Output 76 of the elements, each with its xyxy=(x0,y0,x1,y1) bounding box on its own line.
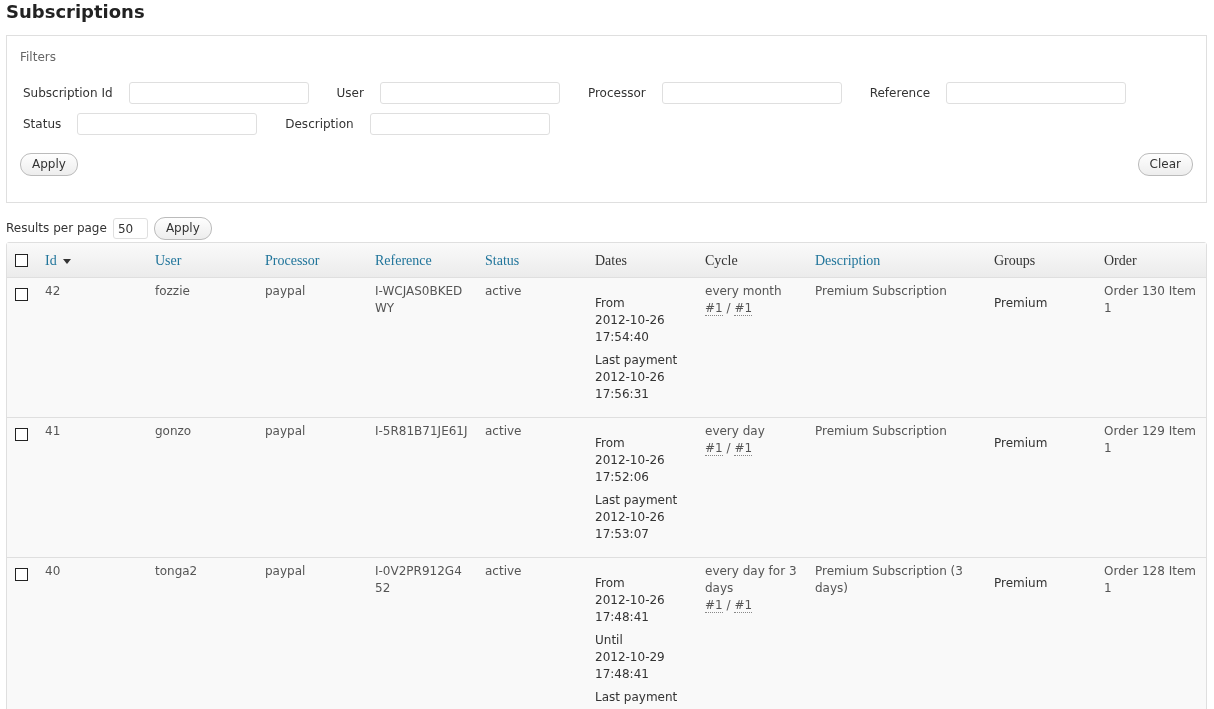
cycle-text: every day for 3 days xyxy=(705,563,798,597)
column-title: Cycle xyxy=(705,252,738,268)
results-per-page-input[interactable]: 50 xyxy=(112,218,148,239)
description-text: Premium Subscription xyxy=(815,283,947,300)
date-label: Last payment xyxy=(595,492,678,509)
date-value: 2012-10-26 17:54:40 xyxy=(595,312,666,346)
column-title: Groups xyxy=(994,252,1036,268)
input-field[interactable] xyxy=(379,82,560,104)
sort-link[interactable]: Processor xyxy=(265,252,320,268)
processor-name: paypal xyxy=(265,283,306,300)
sort-link[interactable]: User xyxy=(155,252,182,268)
sort-link[interactable]: Reference xyxy=(375,252,432,268)
date-value: 2012-10-26 17:48:41 xyxy=(595,592,666,626)
user-name: tonga2 xyxy=(155,563,198,580)
checkbox[interactable] xyxy=(15,253,28,267)
description-text: Premium Subscription (3 days) xyxy=(815,563,964,597)
field-label: Status xyxy=(23,116,62,133)
sort-link[interactable]: Id xyxy=(45,252,71,268)
input-field[interactable] xyxy=(77,113,258,135)
sort-link[interactable]: Status xyxy=(485,252,520,268)
cycle-text: every day xyxy=(705,423,765,440)
status-label: active xyxy=(485,423,522,440)
payment-count: #1 / #1 xyxy=(705,597,753,614)
subscription-id: 42 xyxy=(45,283,61,300)
order-text: Order 130 Item 1 xyxy=(1104,283,1197,317)
date-label: From xyxy=(595,435,625,452)
checkbox[interactable] xyxy=(15,428,28,441)
order-text: Order 129 Item 1 xyxy=(1104,423,1197,457)
apply-button[interactable]: Apply xyxy=(153,217,212,240)
user-name: fozzie xyxy=(155,283,190,300)
status-label: active xyxy=(485,283,522,300)
clear-button[interactable]: Clear xyxy=(1137,153,1193,176)
processor-name: paypal xyxy=(265,563,306,580)
user-name: gonzo xyxy=(155,423,192,440)
payment-count: #1 / #1 xyxy=(705,300,753,317)
input-field[interactable] xyxy=(661,82,842,104)
date-label: Until xyxy=(595,632,623,649)
order-text: Order 128 Item 1 xyxy=(1104,563,1197,597)
group-name: Premium xyxy=(994,295,1048,312)
date-value: 2012-10-26 17:52:06 xyxy=(595,452,666,486)
subscription-id: 40 xyxy=(45,563,61,580)
field-label: User xyxy=(336,85,364,102)
checkbox[interactable] xyxy=(15,568,28,581)
processor-name: paypal xyxy=(265,423,306,440)
input-field[interactable] xyxy=(369,113,550,135)
input-field[interactable] xyxy=(946,82,1127,104)
status-label: active xyxy=(485,563,522,580)
reference-code: I-0V2PR912G452 xyxy=(375,563,463,597)
date-value: 2012-10-26 17:53:07 xyxy=(595,509,666,543)
page-title: Subscriptions xyxy=(6,0,145,23)
field-label: Description xyxy=(285,116,354,133)
date-label: Last payment xyxy=(595,352,678,369)
sort-link[interactable]: Description xyxy=(815,252,881,268)
date-label: From xyxy=(595,575,625,592)
checkbox[interactable] xyxy=(15,288,28,301)
field-label: Subscription Id xyxy=(23,85,113,102)
group-name: Premium xyxy=(994,575,1048,592)
column-title: Dates xyxy=(595,252,627,268)
date-value: 2012-10-26 17:56:31 xyxy=(595,369,666,403)
field-label: Reference xyxy=(869,85,931,102)
field-label: Processor xyxy=(587,85,646,102)
filters-heading: Filters xyxy=(20,49,56,66)
cycle-text: every month xyxy=(705,283,782,300)
date-label: From xyxy=(595,295,625,312)
description-text: Premium Subscription xyxy=(815,423,947,440)
input-field[interactable] xyxy=(128,82,309,104)
payment-count: #1 / #1 xyxy=(705,440,753,457)
group-name: Premium xyxy=(994,435,1048,452)
results-per-page-label: Results per page xyxy=(6,220,107,237)
apply-button[interactable]: Apply xyxy=(20,153,78,176)
column-title: Order xyxy=(1104,252,1137,268)
date-label: Last payment xyxy=(595,689,678,706)
subscription-id: 41 xyxy=(45,423,61,440)
reference-code: I-5R81B71JE61J xyxy=(375,423,468,440)
date-value: 2012-10-29 17:48:41 xyxy=(595,649,666,683)
reference-code: I-WCJAS0BKEDWY xyxy=(375,283,464,317)
